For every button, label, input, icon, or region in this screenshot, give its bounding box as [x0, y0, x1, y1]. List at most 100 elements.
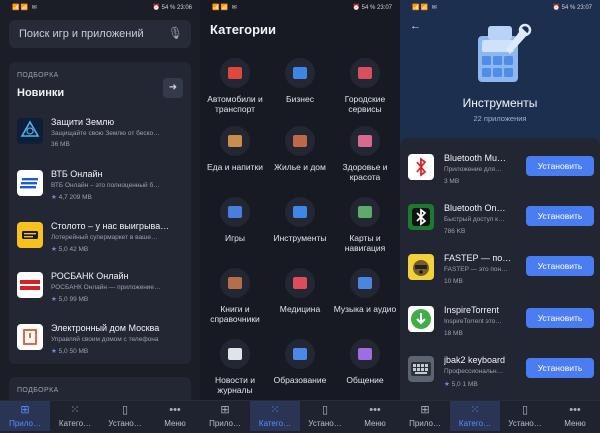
- nav-menu[interactable]: ••• Меню: [350, 404, 400, 428]
- nav-installed[interactable]: ▯ Устано…: [300, 404, 350, 428]
- app-meta: 36 MB: [51, 141, 70, 148]
- app-logo-keyboard: [408, 356, 434, 382]
- nav-menu[interactable]: ••• Меню: [550, 404, 600, 428]
- category-tile[interactable]: Общение: [332, 339, 398, 385]
- category-icon: [220, 58, 250, 88]
- back-arrow-icon[interactable]: ←: [410, 20, 421, 32]
- status-battery-time: ⏰ 54 % 23:07: [352, 5, 393, 11]
- category-icon: [350, 197, 380, 227]
- app-desc: Лотерейный супермаркет в ваше…: [51, 234, 158, 241]
- dots-grid-icon: ⁙: [470, 404, 480, 416]
- app-desc: ВТБ Онлайн – это полноценный б…: [51, 182, 160, 189]
- collection-title[interactable]: Новинки: [17, 87, 64, 99]
- category-label: Общение: [346, 375, 384, 385]
- category-icon: [220, 268, 250, 298]
- search-bar[interactable]: Поиск игр и приложений 🎙: [9, 20, 191, 48]
- app-name: Столото – у нас выигрыва…: [51, 221, 170, 231]
- app-meta: 3 MB: [444, 178, 460, 185]
- app-name: Электронный дом Москва: [51, 323, 160, 333]
- list-item[interactable]: Защити Землю Защищайте свою Землю от бес…: [17, 114, 187, 160]
- category-tile[interactable]: Бизнес: [267, 58, 333, 104]
- category-tile[interactable]: Музыка и аудио: [332, 268, 398, 314]
- bottom-navigation: ⊞ Прило… ⁙ Катего… ▯ Устано… ••• Меню: [0, 400, 200, 433]
- list-item[interactable]: jbak2 keyboard Профессиональн… ★ 5,0 1 M…: [408, 352, 594, 402]
- list-item[interactable]: ВТБ Онлайн ВТБ Онлайн – это полноценный …: [17, 166, 187, 212]
- category-tile[interactable]: Карты и навигация: [332, 197, 398, 253]
- app-logo-stoloto: [17, 222, 43, 248]
- category-tile[interactable]: Здоровье и красота: [332, 126, 398, 182]
- category-icon: [220, 197, 250, 227]
- list-item[interactable]: Электронный дом Москва Управляй своим до…: [17, 320, 187, 366]
- bottom-navigation: ⊞ Прило… ⁙ Катего… ▯ Устано… ••• Меню: [400, 400, 600, 433]
- category-label: Новости и журналы: [214, 375, 255, 395]
- app-name: InspireTorrent: [444, 305, 500, 315]
- category-icon: [285, 58, 315, 88]
- list-item[interactable]: Bluetooth On… Быстрый доступ к… 786 KB У…: [408, 200, 594, 250]
- nav-apps[interactable]: ⊞ Прило…: [200, 404, 250, 428]
- search-input[interactable]: Поиск игр и приложений: [19, 28, 144, 40]
- category-title: Инструменты: [462, 96, 538, 110]
- category-icon: [220, 339, 250, 369]
- nav-menu[interactable]: ••• Меню: [150, 404, 200, 428]
- category-tile[interactable]: Еда и напитки: [202, 126, 268, 172]
- app-desc: РОСБАНК Онлайн — приложение…: [51, 284, 161, 291]
- category-icon: [285, 126, 315, 156]
- category-tile[interactable]: Игры: [202, 197, 268, 243]
- tools-illustration-icon: [468, 22, 534, 86]
- status-bar: 📶📶 ✉ ⏰ 54 % 23:06: [0, 0, 200, 16]
- app-logo-vtb: [17, 170, 43, 196]
- tools-category-screen: 📶📶 ✉ ⏰ 54 % 23:07 ← Инструменты 22 прило…: [400, 0, 600, 433]
- install-button[interactable]: Установить: [526, 156, 594, 176]
- category-label: Игры: [224, 233, 246, 243]
- app-desc: Профессиональн…: [444, 368, 504, 375]
- category-tile[interactable]: Инструменты: [267, 197, 333, 243]
- category-tile[interactable]: Образование: [267, 339, 333, 385]
- app-desc: Быстрый доступ к…: [444, 216, 505, 223]
- app-logo-rosbank: [17, 272, 43, 298]
- install-button[interactable]: Установить: [526, 358, 594, 378]
- microphone-icon[interactable]: 🎙: [168, 26, 183, 40]
- category-label: Бизнес: [286, 94, 314, 104]
- category-label: Инструменты: [273, 233, 327, 243]
- nav-apps[interactable]: ⊞ Прило…: [0, 401, 50, 431]
- nav-apps[interactable]: ⊞ Прило…: [400, 404, 450, 428]
- category-tile[interactable]: Новости и журналы: [202, 339, 268, 395]
- list-item[interactable]: Столото – у нас выигрыва… Лотерейный суп…: [17, 218, 187, 264]
- category-tile[interactable]: Книги и справочники: [202, 268, 268, 324]
- nav-categories[interactable]: ⁙ Катего…: [50, 404, 100, 428]
- list-item[interactable]: РОСБАНК Онлайн РОСБАНК Онлайн — приложен…: [17, 268, 187, 314]
- app-logo-inspiretorrent: [408, 306, 434, 332]
- status-signal: 📶📶 ✉: [12, 5, 38, 11]
- category-label: Медицина: [279, 304, 321, 314]
- list-item[interactable]: InspireTorrent InspireTorrent это… 18 MB…: [408, 302, 594, 352]
- category-tile[interactable]: Автомобили и транспорт: [202, 58, 268, 114]
- app-meta: 10 MB: [444, 278, 463, 285]
- list-item[interactable]: FASTEP — по… FASTEP — это пон… 10 MB Уст…: [408, 250, 594, 300]
- category-icon: [350, 339, 380, 369]
- nav-installed[interactable]: ▯ Устано…: [100, 404, 150, 428]
- category-label: Еда и напитки: [207, 162, 263, 172]
- app-meta: ★ 5,0 1 MB: [444, 381, 478, 388]
- app-meta: ★ 5,0 50 MB: [51, 348, 89, 355]
- install-button[interactable]: Установить: [526, 256, 594, 276]
- arrow-right-icon[interactable]: ➜: [163, 78, 183, 98]
- category-tile[interactable]: Жилье и дом: [267, 126, 333, 172]
- category-icon: [285, 197, 315, 227]
- nav-categories[interactable]: ⁙ Катего…: [450, 401, 500, 431]
- grid-icon: ⊞: [420, 404, 430, 416]
- nav-installed[interactable]: ▯ Устано…: [500, 404, 550, 428]
- category-tile[interactable]: Медицина: [267, 268, 333, 314]
- category-icon: [220, 126, 250, 156]
- app-name: ВТБ Онлайн: [51, 169, 103, 179]
- nav-categories[interactable]: ⁙ Катего…: [250, 401, 300, 431]
- app-desc: FASTEP — это пон…: [444, 266, 508, 273]
- install-button[interactable]: Установить: [526, 206, 594, 226]
- install-button[interactable]: Установить: [526, 308, 594, 328]
- app-name: jbak2 keyboard: [444, 355, 506, 365]
- category-label: Городские сервисы: [344, 94, 386, 114]
- category-icon: [350, 58, 380, 88]
- app-name: FASTEP — по…: [444, 253, 512, 263]
- app-meta: ★ 5,0 99 MB: [51, 296, 89, 303]
- list-item[interactable]: Bluetooth Mu… Приложение для… 3 MB Устан…: [408, 150, 594, 200]
- category-tile[interactable]: Городские сервисы: [332, 58, 398, 114]
